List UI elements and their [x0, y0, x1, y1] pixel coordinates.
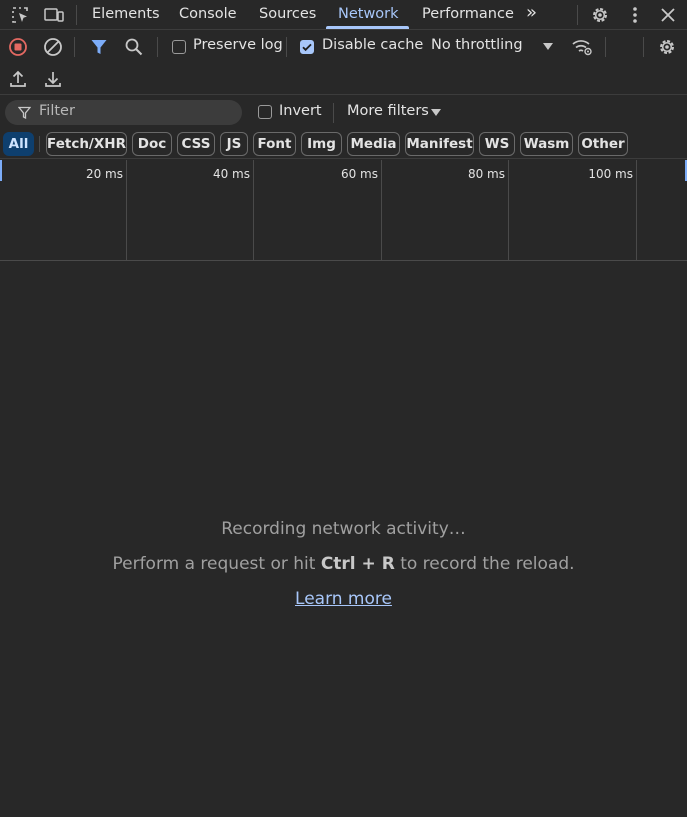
- timeline-gridline: [126, 160, 127, 260]
- toolbar-divider: [333, 103, 334, 123]
- timeline-gridline: [253, 160, 254, 260]
- timeline-tick-label: 20 ms: [85, 167, 123, 181]
- caret-down-icon[interactable]: [423, 100, 449, 126]
- filter-placeholder: Filter: [39, 103, 75, 119]
- toolbar-divider: [286, 37, 287, 57]
- network-conditions-icon[interactable]: [569, 34, 595, 60]
- empty-state-hint-suffix: to record the reload.: [394, 554, 575, 574]
- disable-cache-checkbox[interactable]: [300, 40, 314, 54]
- type-filter-js[interactable]: JS: [220, 132, 248, 156]
- settings-icon[interactable]: [587, 2, 613, 28]
- toolbar-divider: [39, 136, 40, 152]
- more-filters-button[interactable]: More filters: [347, 103, 429, 119]
- type-filter-all[interactable]: All: [3, 132, 34, 156]
- toolbar-divider: [74, 37, 75, 57]
- preserve-log-label: Preserve log: [193, 37, 283, 53]
- filter-funnel-icon[interactable]: [86, 34, 112, 60]
- timeline-tick-label: 80 ms: [467, 167, 505, 181]
- record-icon[interactable]: [5, 34, 31, 60]
- timeline-gridline: [381, 160, 382, 260]
- kebab-menu-icon[interactable]: [622, 2, 648, 28]
- type-filter-font[interactable]: Font: [253, 132, 296, 156]
- type-filter-other[interactable]: Other: [578, 132, 628, 156]
- throttling-select[interactable]: No throttling: [431, 37, 523, 53]
- close-icon[interactable]: [655, 2, 681, 28]
- type-filter-wasm[interactable]: Wasm: [520, 132, 573, 156]
- toolbar-divider: [643, 37, 644, 57]
- inspect-element-icon[interactable]: [7, 2, 33, 28]
- timeline-gridline: [508, 160, 509, 260]
- toolbar-divider: [577, 5, 578, 25]
- network-toolbar: Preserve log Disable cache No throttling: [0, 31, 687, 63]
- type-filter-ws[interactable]: WS: [479, 132, 515, 156]
- reload-shortcut: Ctrl + R: [320, 554, 395, 574]
- filter-funnel-icon: [18, 106, 31, 119]
- empty-state-hint: Perform a request or hit Ctrl + R to rec…: [0, 554, 687, 574]
- timeline-left-handle[interactable]: [0, 160, 2, 181]
- preserve-log-checkbox[interactable]: [172, 40, 186, 54]
- timeline-tick-label: 100 ms: [588, 167, 633, 181]
- clear-icon[interactable]: [40, 34, 66, 60]
- type-filter-media[interactable]: Media: [347, 132, 400, 156]
- tab-performance[interactable]: Performance: [422, 0, 514, 30]
- timeline-gridline: [636, 160, 637, 260]
- tab-console[interactable]: Console: [179, 0, 237, 30]
- network-empty-state: Recording network activity… Perform a re…: [0, 261, 687, 817]
- toolbar-divider: [157, 37, 158, 57]
- invert-checkbox[interactable]: [258, 105, 272, 119]
- tab-sources[interactable]: Sources: [259, 0, 316, 30]
- toolbar-divider: [605, 37, 606, 57]
- timeline-tick-label: 40 ms: [212, 167, 250, 181]
- filter-input[interactable]: Filter: [5, 100, 242, 125]
- type-filter-doc[interactable]: Doc: [132, 132, 172, 156]
- type-filter-manifest[interactable]: Manifest: [405, 132, 474, 156]
- empty-state-title: Recording network activity…: [221, 519, 466, 539]
- type-filter-css[interactable]: CSS: [177, 132, 215, 156]
- disable-cache-label: Disable cache: [322, 37, 424, 53]
- network-overview-timeline[interactable]: 20 ms 40 ms 60 ms 80 ms 100 ms: [0, 160, 687, 261]
- empty-state-hint-prefix: Perform a request or hit: [112, 554, 321, 574]
- toolbar-divider: [76, 5, 77, 25]
- export-har-icon[interactable]: [40, 66, 66, 92]
- search-icon[interactable]: [121, 34, 147, 60]
- network-toolbar-secondary: [0, 63, 687, 95]
- invert-label: Invert: [279, 103, 322, 119]
- filter-bar: Filter Invert More filters: [0, 96, 687, 128]
- type-filter-img[interactable]: Img: [301, 132, 342, 156]
- import-har-icon[interactable]: [5, 66, 31, 92]
- caret-down-icon[interactable]: [535, 34, 561, 60]
- resource-type-filters: All Fetch/XHR Doc CSS JS Font Img Media …: [0, 129, 687, 159]
- devtools-tab-bar: Elements Console Sources Network Perform…: [0, 0, 687, 30]
- timeline-tick-label: 60 ms: [340, 167, 378, 181]
- learn-more-link[interactable]: Learn more: [0, 589, 687, 609]
- network-settings-icon[interactable]: [654, 34, 680, 60]
- type-filter-fetch-xhr[interactable]: Fetch/XHR: [46, 132, 127, 156]
- active-tab-indicator: [326, 26, 409, 29]
- more-tabs-chevron-icon[interactable]: »: [526, 0, 537, 30]
- device-toolbar-icon[interactable]: [41, 2, 67, 28]
- tab-elements[interactable]: Elements: [92, 0, 160, 30]
